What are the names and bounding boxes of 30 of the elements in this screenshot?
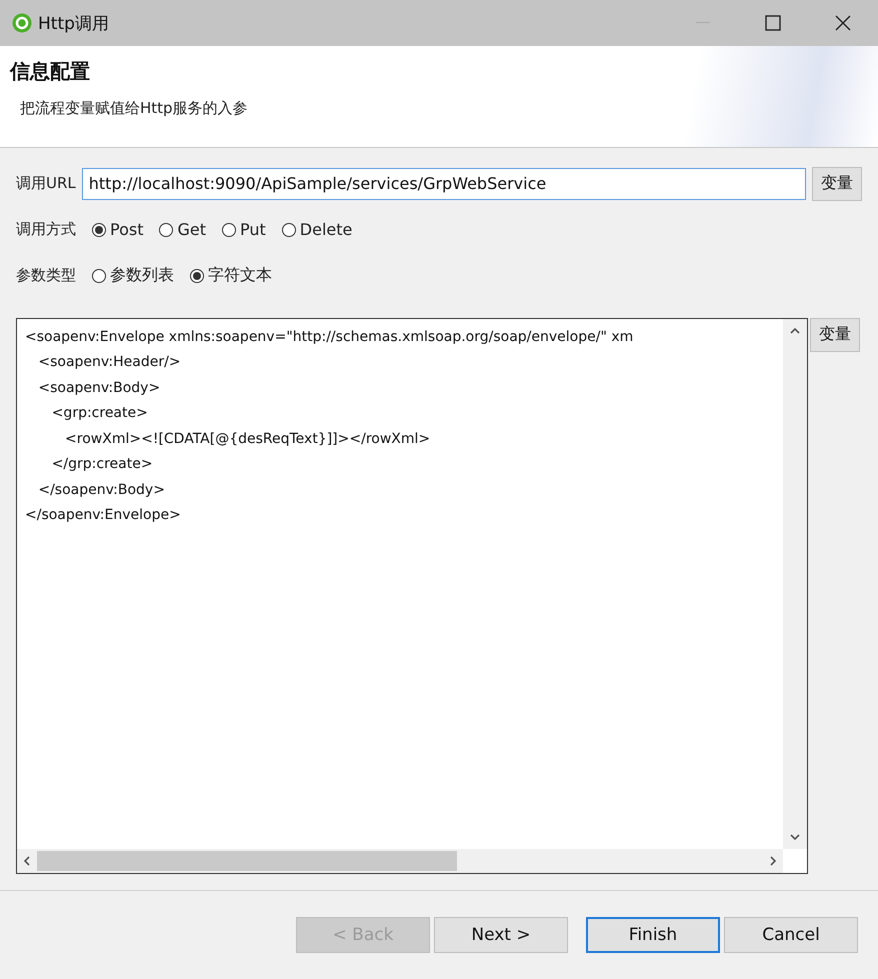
wizard-button[interactable]: Next > (434, 916, 568, 953)
radio-option[interactable]: Delete (282, 220, 352, 240)
code-line: </grp:create> (50, 455, 154, 474)
wizard-button[interactable]: Cancel (724, 916, 858, 953)
radio-option[interactable]: Put (222, 220, 266, 240)
window-title: Http调用 (38, 12, 110, 34)
code-line: </soapenv:Envelope> (25, 506, 182, 526)
url-label: 调用URL (16, 174, 76, 194)
code-line: <soapenv:Header/> (37, 353, 182, 372)
url-field[interactable]: http://localhost:9090/ApiSample/services/GrpWebService (82, 168, 806, 200)
page-description: 把流程变量赋值给Http服务的入参 (20, 99, 248, 118)
variable-button[interactable]: 变量 (812, 166, 862, 201)
scrollbar-thumb[interactable] (37, 850, 457, 871)
code-line: </soapenv:Body> (37, 480, 166, 500)
page-title: 信息配置 (10, 58, 90, 85)
wizard-button[interactable]: Finish (586, 916, 720, 953)
app-logo-icon (12, 13, 32, 33)
code-line: <grp:create> (50, 404, 149, 424)
code-line: <rowXml><![CDATA[@{desReqText}]]></rowXml> (64, 430, 432, 449)
code-line: <soapenv:Envelope xmlns:soapenv="http://schemas.xmlsoap.org/soap/envelope/" xm (25, 328, 634, 347)
close-icon[interactable] (835, 15, 851, 31)
radio-option[interactable]: Post (92, 220, 144, 240)
code-line: <soapenv:Body> (37, 378, 162, 398)
radio-group-label: 调用方式 (16, 220, 76, 240)
radio-group-label: 参数类型 (16, 266, 76, 286)
radio-option[interactable]: 参数列表 (92, 265, 174, 286)
maximize-icon[interactable] (765, 15, 781, 31)
radio-option[interactable]: Get (159, 220, 206, 240)
variable-button[interactable]: 变量 (810, 318, 860, 352)
radio-option[interactable]: 字符文本 (190, 265, 272, 286)
